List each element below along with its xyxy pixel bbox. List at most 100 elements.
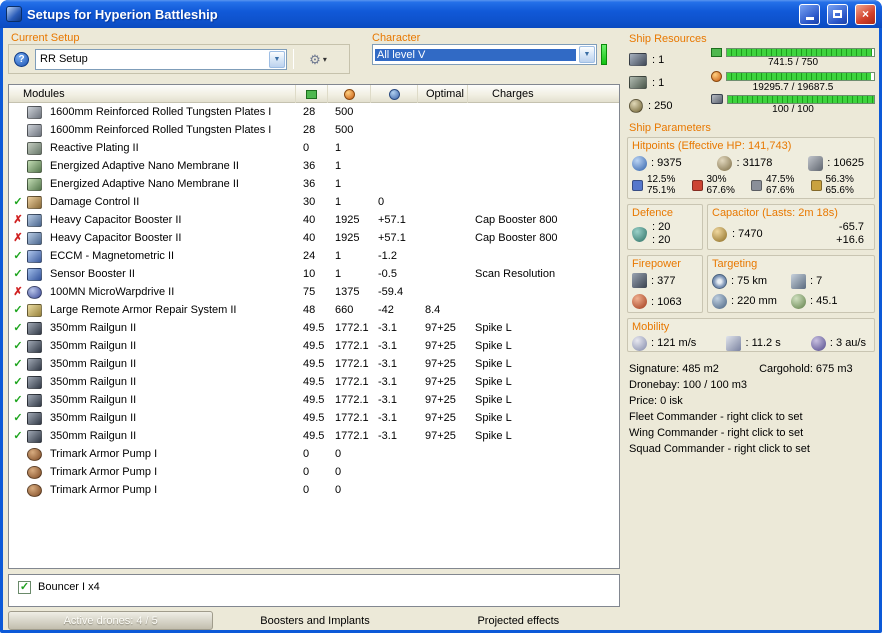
- module-powergrid: 1772.1: [328, 412, 371, 424]
- module-row[interactable]: Trimark Armor Pump I00: [9, 481, 619, 499]
- module-powergrid: 1772.1: [328, 394, 371, 406]
- module-cpu: 30: [296, 196, 328, 208]
- resource-slot-value: 1: [652, 77, 664, 89]
- resource-bar-value: 741.5 / 750: [711, 57, 875, 68]
- module-charge: Cap Booster 800: [468, 232, 619, 244]
- module-row[interactable]: ✓350mm Railgun II49.51772.1-3.197+25Spik…: [9, 391, 619, 409]
- railgun-icon: [27, 412, 42, 425]
- module-row[interactable]: ✓350mm Railgun II49.51772.1-3.197+25Spik…: [9, 337, 619, 355]
- module-inactive-icon[interactable]: ✗: [9, 229, 27, 247]
- hull-hp-icon: [808, 156, 823, 171]
- character-combobox[interactable]: All level V ▼: [372, 44, 597, 65]
- module-row[interactable]: ✓350mm Railgun II49.51772.1-3.197+25Spik…: [9, 373, 619, 391]
- module-charge: Cap Booster 800: [468, 214, 619, 226]
- module-active-icon[interactable]: ✓: [9, 247, 27, 265]
- module-cpu: 49.5: [296, 340, 328, 352]
- tab-boosters-implants[interactable]: Boosters and Implants: [213, 611, 416, 630]
- module-row[interactable]: ✓Large Remote Armor Repair System II4866…: [9, 301, 619, 319]
- module-row[interactable]: Reactive Plating II01: [9, 139, 619, 157]
- sensor-strength-icon: [791, 294, 806, 309]
- module-active-icon[interactable]: ✓: [9, 391, 27, 409]
- module-row[interactable]: ✓350mm Railgun II49.51772.1-3.197+25Spik…: [9, 355, 619, 373]
- module-cpu: 0: [296, 142, 328, 154]
- module-row[interactable]: ✓350mm Railgun II49.51772.1-3.197+25Spik…: [9, 427, 619, 445]
- module-inactive-icon[interactable]: ✗: [9, 283, 27, 301]
- module-row[interactable]: ✗Heavy Capacitor Booster II401925+57.1Ca…: [9, 229, 619, 247]
- module-active-icon[interactable]: ✓: [9, 373, 27, 391]
- sensor-booster-icon: [27, 268, 42, 281]
- launcher-hardpoints-icon: [629, 76, 647, 89]
- module-row[interactable]: ✓350mm Railgun II49.51772.1-3.197+25Spik…: [9, 409, 619, 427]
- module-row[interactable]: Energized Adaptive Nano Membrane II361: [9, 157, 619, 175]
- module-row[interactable]: ✓Damage Control II3010: [9, 193, 619, 211]
- module-active-icon[interactable]: ✓: [9, 427, 27, 445]
- module-active-icon[interactable]: ✓: [9, 265, 27, 283]
- module-powergrid: 1: [328, 142, 371, 154]
- module-powergrid: 0: [328, 484, 371, 496]
- module-row[interactable]: 1600mm Reinforced Rolled Tungsten Plates…: [9, 103, 619, 121]
- module-row[interactable]: ✗Heavy Capacitor Booster II401925+57.1Ca…: [9, 211, 619, 229]
- character-label: Character: [372, 32, 420, 44]
- tab-active-drones[interactable]: Active drones: 4 / 5: [8, 611, 213, 630]
- module-optimal: 97+25: [418, 358, 468, 370]
- drone-checkbox[interactable]: ✓: [18, 581, 31, 594]
- rig-icon: [27, 466, 42, 479]
- armor-resist-value: 75.1%: [647, 185, 675, 196]
- drones-panel: ✓ Bouncer I x4: [8, 574, 620, 607]
- cap-booster-icon: [27, 214, 42, 227]
- capacitor-column-header: [371, 85, 418, 103]
- chevron-down-icon[interactable]: ▼: [579, 46, 595, 63]
- module-row[interactable]: Trimark Armor Pump I00: [9, 463, 619, 481]
- module-active-icon[interactable]: ✓: [9, 319, 27, 337]
- resource-row: 119295.7 / 19687.5: [627, 71, 875, 94]
- module-charge: Spike L: [468, 394, 619, 406]
- module-row[interactable]: 1600mm Reinforced Rolled Tungsten Plates…: [9, 121, 619, 139]
- tab-projected-effects[interactable]: Projected effects: [417, 611, 620, 630]
- railgun-icon: [27, 376, 42, 389]
- module-active-icon[interactable]: ✓: [9, 301, 27, 319]
- resource-bar-value: 100 / 100: [711, 104, 875, 115]
- resist-cell: 47.5%67.6%: [751, 173, 811, 197]
- module-cap: +57.1: [371, 232, 418, 244]
- close-button[interactable]: ×: [855, 4, 876, 25]
- current-setup-label: Current Setup: [11, 32, 79, 44]
- squad-commander-slot[interactable]: Squad Commander - right click to set: [629, 441, 875, 457]
- thermal-resist-icon: [692, 180, 703, 191]
- explosive-resist-icon: [811, 180, 822, 191]
- module-active-icon[interactable]: ✓: [9, 355, 27, 373]
- resource-slot: 250: [627, 94, 711, 117]
- wing-commander-slot[interactable]: Wing Commander - right click to set: [629, 425, 875, 441]
- title-bar[interactable]: Setups for Hyperion Battleship ×: [0, 0, 882, 28]
- shield-resist-value: 47.5%: [766, 174, 794, 185]
- module-row[interactable]: ✗100MN MicroWarpdrive II751375-59.4: [9, 283, 619, 301]
- capacitor-amount: 7470: [732, 228, 763, 240]
- module-row[interactable]: Trimark Armor Pump I00: [9, 445, 619, 463]
- signature-value: Signature: 485 m2: [629, 361, 756, 377]
- module-active-icon[interactable]: ✓: [9, 193, 27, 211]
- mobility-label: Mobility: [632, 321, 870, 334]
- module-powergrid: 1: [328, 196, 371, 208]
- defence-box: Defence 20 20: [627, 204, 703, 250]
- module-row[interactable]: ✓350mm Railgun II49.51772.1-3.197+25Spik…: [9, 319, 619, 337]
- window-title: Setups for Hyperion Battleship: [27, 7, 792, 22]
- module-name: 1600mm Reinforced Rolled Tungsten Plates…: [47, 124, 296, 136]
- module-active-icon[interactable]: ✓: [9, 337, 27, 355]
- firepower-volley: 1063: [651, 296, 682, 308]
- rig-icon: [27, 484, 42, 497]
- fleet-commander-slot[interactable]: Fleet Commander - right click to set: [629, 409, 875, 425]
- cpu-column-header: [296, 85, 328, 103]
- module-row[interactable]: ✓ECCM - Magnetometric II241-1.2: [9, 247, 619, 265]
- minimize-button[interactable]: [799, 4, 820, 25]
- chevron-down-icon[interactable]: ▼: [269, 51, 285, 68]
- capacitor-recharge: +16.6: [836, 234, 864, 247]
- module-row[interactable]: Energized Adaptive Nano Membrane II361: [9, 175, 619, 193]
- module-cap: -3.1: [371, 430, 418, 442]
- maximize-button[interactable]: [827, 4, 848, 25]
- module-active-icon[interactable]: ✓: [9, 409, 27, 427]
- setup-tools-button[interactable]: ⚙ ▾: [300, 49, 336, 69]
- module-row[interactable]: ✓Sensor Booster II101-0.5Scan Resolution: [9, 265, 619, 283]
- setup-combobox[interactable]: RR Setup ▼: [35, 49, 287, 70]
- module-cpu: 49.5: [296, 376, 328, 388]
- help-icon[interactable]: ?: [14, 52, 29, 67]
- module-inactive-icon[interactable]: ✗: [9, 211, 27, 229]
